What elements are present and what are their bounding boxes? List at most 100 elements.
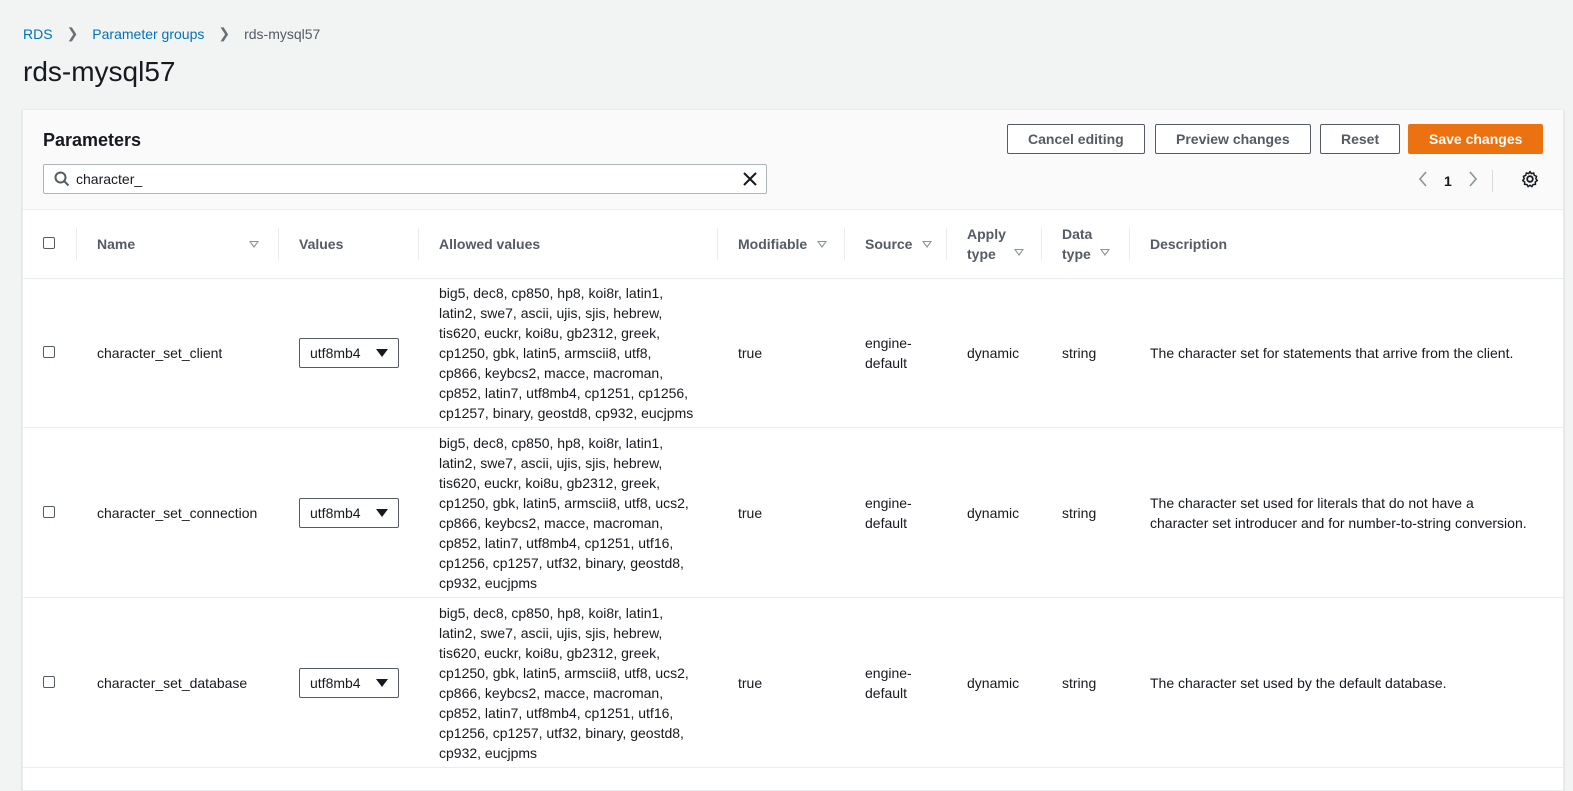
- data-type-cell: string: [1042, 278, 1130, 428]
- parameters-table: Name Values Allowed values Modifiable So…: [23, 210, 1563, 768]
- source-cell: engine-default: [845, 597, 947, 768]
- allowed-values-line: cp932, eucjpms: [439, 744, 538, 761]
- modifiable-cell: true: [718, 278, 845, 428]
- value-cell: utf8mb4: [279, 597, 419, 768]
- description-line: character set introducer and for number-…: [1150, 514, 1527, 531]
- description-cell: The character set used by the default da…: [1130, 597, 1563, 768]
- source-cell: engine-default: [845, 427, 947, 598]
- search-icon: [54, 171, 70, 192]
- row-checkbox[interactable]: [43, 346, 55, 358]
- caret-down-icon: [376, 678, 388, 687]
- parameter-name: character_set_database: [77, 597, 279, 768]
- description-line: The character set for statements that ar…: [1150, 345, 1514, 361]
- description-line: The character set used by the default da…: [1150, 674, 1447, 691]
- table-row: character_set_database utf8mb4 big5, dec8,…: [23, 597, 1563, 768]
- value-cell: utf8mb4: [279, 278, 419, 428]
- value-select[interactable]: utf8mb4: [299, 338, 399, 368]
- table-header-row: Name Values Allowed values Modifiable So…: [23, 210, 1563, 279]
- row-select-cell: [23, 278, 77, 428]
- reset-button[interactable]: Reset: [1320, 124, 1401, 154]
- preview-changes-button[interactable]: Preview changes: [1155, 124, 1311, 154]
- breadcrumb-parameter-groups-link[interactable]: Parameter groups: [92, 26, 204, 42]
- sort-icon[interactable]: [817, 240, 828, 248]
- caret-down-icon: [376, 508, 388, 517]
- allowed-values-line: latin2, swe7, ascii, ujis, sjis, hebrew,: [439, 305, 663, 321]
- allowed-values-line: cp1250, gbk, latin5, armscii8, utf8, ucs…: [439, 494, 689, 511]
- close-icon[interactable]: [742, 171, 758, 192]
- gear-icon[interactable]: [1521, 170, 1539, 193]
- select-all-checkbox[interactable]: [43, 237, 55, 249]
- search-input[interactable]: [76, 168, 726, 190]
- sort-icon[interactable]: [922, 240, 933, 248]
- chevron-right-icon: ❯: [218, 25, 231, 41]
- data-type-cell: string: [1042, 597, 1130, 768]
- allowed-values-line: cp1256, cp1257, utf32, binary, geostd8,: [439, 554, 684, 571]
- chevron-right-icon[interactable]: [1468, 170, 1478, 192]
- apply-type-cell: dynamic: [947, 278, 1042, 428]
- description-cell: The character set for statements that ar…: [1130, 278, 1563, 428]
- sort-icon[interactable]: [1013, 249, 1024, 256]
- allowed-values-cell: big5, dec8, cp850, hp8, koi8r, latin1, la…: [419, 427, 718, 598]
- value-select-label: utf8mb4: [310, 345, 361, 361]
- allowed-values-line: cp852, latin7, utf8mb4, cp1251, utf16,: [439, 704, 674, 721]
- row-select-cell: [23, 427, 77, 598]
- allowed-values-line: big5, dec8, cp850, hp8, koi8r, latin1,: [439, 285, 664, 301]
- breadcrumb-rds-link[interactable]: RDS: [23, 26, 53, 42]
- panel-header: Parameters Cancel editing Preview change…: [23, 110, 1563, 210]
- table-row: character_set_client utf8mb4 big5, dec8, c…: [23, 278, 1563, 428]
- description-line: The character set used for literals that…: [1150, 494, 1474, 511]
- value-cell: utf8mb4: [279, 427, 419, 598]
- search-box: [43, 164, 767, 194]
- value-select[interactable]: utf8mb4: [299, 497, 399, 528]
- modifiable-cell: true: [718, 597, 845, 768]
- breadcrumb: RDS ❯ Parameter groups ❯ rds-mysql57: [23, 25, 320, 42]
- column-header-modifiable[interactable]: Modifiable: [718, 210, 845, 279]
- allowed-values-line: big5, dec8, cp850, hp8, koi8r, latin1,: [439, 604, 664, 621]
- allowed-values-line: tis620, euckr, koi8u, gb2312, greek,: [439, 325, 661, 341]
- allowed-values-line: cp1250, gbk, latin5, armscii8, utf8,: [439, 345, 652, 361]
- page-number[interactable]: 1: [1444, 173, 1452, 189]
- allowed-values-line: tis620, euckr, koi8u, gb2312, greek,: [439, 644, 661, 661]
- row-checkbox[interactable]: [43, 505, 55, 518]
- cancel-editing-button[interactable]: Cancel editing: [1007, 124, 1145, 154]
- parameter-name: character_set_client: [77, 278, 279, 428]
- page-title: rds-mysql57: [23, 56, 176, 87]
- apply-type-cell: dynamic: [947, 427, 1042, 598]
- column-header-data-type[interactable]: Data type: [1042, 210, 1130, 279]
- allowed-values-line: cp866, keybcs2, macce, macroman,: [439, 365, 664, 381]
- column-header-apply-type[interactable]: Apply type: [947, 210, 1042, 279]
- source-line: engine-: [865, 335, 912, 351]
- column-header-allowed-values: Allowed values: [419, 210, 718, 279]
- caret-down-icon: [376, 349, 388, 357]
- breadcrumb-current: rds-mysql57: [244, 25, 321, 42]
- data-type-cell: string: [1042, 427, 1130, 598]
- allowed-values-line: latin2, swe7, ascii, ujis, sjis, hebrew,: [439, 454, 663, 471]
- source-cell: engine-default: [845, 278, 947, 428]
- sort-icon[interactable]: [249, 240, 259, 248]
- chevron-right-icon: ❯: [66, 25, 79, 41]
- source-line: engine-: [865, 664, 912, 681]
- source-line: default: [865, 355, 908, 371]
- panel-title: Parameters: [43, 130, 142, 150]
- allowed-values-line: cp852, latin7, utf8mb4, cp1251, utf16,: [439, 534, 674, 551]
- sort-icon[interactable]: [1100, 249, 1111, 256]
- row-checkbox[interactable]: [43, 675, 55, 688]
- parameter-name: character_set_connection: [77, 427, 279, 598]
- column-header-name[interactable]: Name: [77, 210, 279, 279]
- allowed-values-line: cp1257, binary, geostd8, cp932, eucjpms: [439, 405, 694, 421]
- allowed-values-line: tis620, euckr, koi8u, gb2312, greek,: [439, 474, 661, 491]
- allowed-values-line: cp866, keybcs2, macce, macroman,: [439, 684, 664, 701]
- row-select-cell: [23, 597, 77, 768]
- value-select[interactable]: utf8mb4: [299, 667, 399, 698]
- modifiable-cell: true: [718, 427, 845, 598]
- allowed-values-line: cp852, latin7, utf8mb4, cp1251, cp1256,: [439, 385, 689, 401]
- source-line: engine-: [865, 494, 912, 511]
- chevron-left-icon[interactable]: [1418, 170, 1428, 192]
- source-line: default: [865, 684, 908, 701]
- save-changes-button[interactable]: Save changes: [1408, 124, 1544, 154]
- allowed-values-line: big5, dec8, cp850, hp8, koi8r, latin1,: [439, 434, 664, 451]
- parameters-panel: Parameters Cancel editing Preview change…: [22, 109, 1564, 791]
- column-header-values: Values: [279, 210, 419, 279]
- column-header-source[interactable]: Source: [845, 210, 947, 279]
- allowed-values-line: cp1250, gbk, latin5, armscii8, utf8, ucs…: [439, 664, 689, 681]
